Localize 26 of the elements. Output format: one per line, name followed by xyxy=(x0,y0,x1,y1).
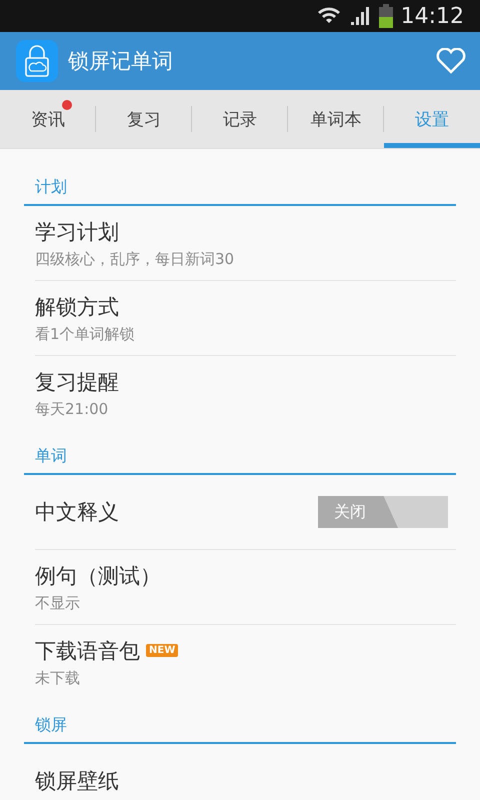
setting-value: 四级核心，乱序，每日新词30 xyxy=(35,250,236,268)
heart-icon[interactable] xyxy=(436,48,466,74)
setting-value: 未下载 xyxy=(35,668,81,688)
tab[interactable]: 资讯 xyxy=(0,90,96,148)
new-badge: NEW xyxy=(146,644,178,657)
section-header: 锁屏 xyxy=(24,699,456,744)
setting-title: 下载语音包 xyxy=(35,638,140,664)
battery-icon xyxy=(378,4,393,28)
tab[interactable]: 单词本 xyxy=(288,90,384,148)
signal-icon xyxy=(348,5,371,27)
lock-icon xyxy=(16,40,58,82)
setting-value: 每天21:00 xyxy=(35,400,110,418)
setting-title: 中文释义 xyxy=(35,499,119,526)
setting-title: 学习计划 xyxy=(35,218,120,246)
setting-title: 复习提醒 xyxy=(35,368,120,396)
status-time: 14:12 xyxy=(400,4,464,28)
setting-title: 锁屏壁纸 xyxy=(35,768,120,795)
setting-value: 看1个单词解锁 xyxy=(35,324,136,344)
app-title: 锁屏记单词 xyxy=(68,48,174,75)
tab[interactable]: 记录 xyxy=(192,90,288,148)
setting-title: 解锁方式 xyxy=(35,294,120,320)
section-header: 计划 xyxy=(24,161,456,206)
setting-value: 不显示 xyxy=(35,594,81,612)
tab[interactable]: 复习 xyxy=(96,90,192,148)
setting-title: 例句（测试） xyxy=(35,562,162,590)
section-header: 单词 xyxy=(24,430,456,475)
